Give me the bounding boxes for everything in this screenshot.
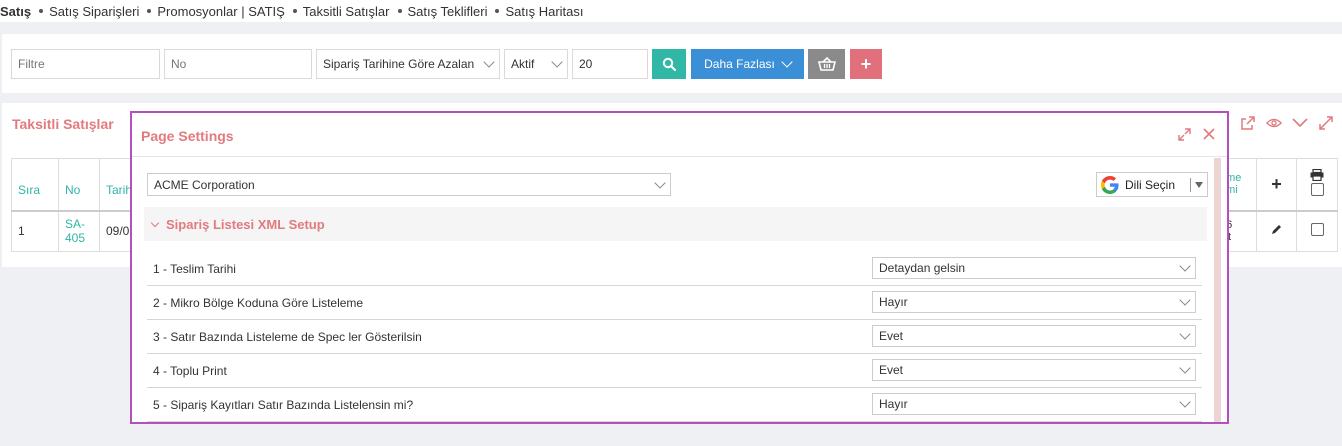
edit-row-button[interactable] <box>1256 210 1297 252</box>
installment-table-right: eme emi + 36 sit <box>1213 158 1338 252</box>
nav-separator-dot <box>147 9 152 13</box>
setting-select-value: Evet <box>879 363 904 377</box>
chevron-down-icon <box>1179 260 1191 272</box>
panel-toolbar <box>1240 115 1334 131</box>
row-checkbox-cell <box>1296 210 1338 252</box>
filter-input[interactable] <box>11 49 160 79</box>
setting-row-mikro-bolge: 2 - Mikro Bölge Koduna Göre Listeleme Ha… <box>147 286 1202 320</box>
modal-title: Page Settings <box>141 128 234 144</box>
basket-button[interactable] <box>808 49 845 79</box>
setting-select[interactable]: Evet <box>872 325 1196 347</box>
setting-select-value: Hayır <box>879 295 908 309</box>
panel-title: Taksitli Satışlar <box>12 116 114 132</box>
row-checkbox[interactable] <box>1310 223 1324 237</box>
export-icon[interactable] <box>1240 115 1256 131</box>
setting-select[interactable]: Evet <box>872 359 1196 381</box>
language-select[interactable]: Dili Seçin <box>1096 172 1208 197</box>
plus-icon: + <box>860 53 872 74</box>
setting-row-spec-gosterim: 3 - Satır Bazında Listeleme de Spec ler … <box>147 320 1202 354</box>
nav-separator-dot <box>292 9 297 13</box>
caret-down-icon <box>1195 181 1203 188</box>
chevron-down-icon <box>654 176 666 189</box>
nav-item-promosyonlar[interactable]: Promosyonlar | SATIŞ <box>157 4 284 19</box>
pencil-icon <box>1272 225 1281 235</box>
breadcrumb-nav: Satış Satış Siparişleri Promosyonlar | S… <box>0 0 1342 22</box>
scrollbar-thumb[interactable] <box>1214 158 1221 422</box>
add-row-button[interactable]: + <box>1256 158 1297 212</box>
nav-item-satis-teklifleri[interactable]: Satış Teklifleri <box>408 4 488 19</box>
setting-select[interactable]: Detaydan gelsin <box>872 257 1196 279</box>
nav-separator-dot <box>495 9 500 13</box>
setting-select-value: Hayır <box>879 397 908 411</box>
nav-item-taksitli-satislar[interactable]: Taksitli Satışlar <box>303 4 390 19</box>
modal-toolbar <box>1178 128 1215 143</box>
column-header[interactable]: Sıra <box>11 158 59 212</box>
more-dropdown-button[interactable]: Daha Fazlası <box>691 49 804 79</box>
basket-icon <box>817 57 836 71</box>
eye-icon[interactable] <box>1266 115 1282 131</box>
nav-separator-dot <box>397 9 402 13</box>
filter-bar: Sipariş Tarihine Göre Azalan Aktif Daha … <box>2 34 1342 93</box>
row-sira: 1 <box>11 210 59 252</box>
company-select-value: ACME Corporation <box>154 177 255 192</box>
column-header[interactable]: No <box>58 158 100 212</box>
expand-icon[interactable] <box>1318 115 1334 131</box>
modal-scrollbar[interactable] <box>1214 158 1221 422</box>
chevron-down-icon <box>1179 396 1191 408</box>
nav-item-satis-siparisleri[interactable]: Satış Siparişleri <box>49 4 139 19</box>
table-header-row: eme emi + <box>1213 158 1338 212</box>
table-row: 1 SA-405 09/0 <box>11 210 140 252</box>
chevron-down-icon <box>150 218 160 227</box>
status-select[interactable]: Aktif <box>504 49 568 79</box>
chevron-down-icon <box>781 56 793 68</box>
table-header-row: Sıra No Tarih <box>11 158 140 212</box>
language-select-divider <box>1190 177 1191 192</box>
installment-table: Sıra No Tarih 1 SA-405 09/0 <box>11 158 140 252</box>
setting-select[interactable]: Hayır <box>872 291 1196 313</box>
chevron-down-icon <box>1179 328 1191 340</box>
section-title: Sipariş Listesi XML Setup <box>166 216 325 232</box>
nav-item-satis[interactable]: Satış <box>0 4 31 19</box>
sort-select-value: Sipariş Tarihine Göre Azalan <box>323 57 475 71</box>
more-button-label: Daha Fazlası <box>704 57 775 71</box>
select-all-checkbox[interactable] <box>1310 183 1324 197</box>
record-count-input[interactable] <box>572 49 648 79</box>
chevron-down-icon <box>1179 294 1191 306</box>
setting-row-toplu-print: 4 - Toplu Print Evet <box>147 354 1202 388</box>
maximize-icon[interactable] <box>1178 128 1191 143</box>
setting-select[interactable]: Hayır <box>872 393 1196 415</box>
setting-select-value: Detaydan gelsin <box>879 261 966 275</box>
modal-header: Page Settings <box>132 113 1227 157</box>
chevron-down-icon <box>551 56 563 68</box>
setting-select-value: Evet <box>879 329 904 343</box>
nav-separator-dot <box>39 9 44 13</box>
google-logo-icon <box>1101 175 1119 194</box>
setting-row-teslim-tarihi: 1 - Teslim Tarihi Detaydan gelsin <box>147 252 1202 286</box>
language-select-label: Dili Seçin <box>1125 177 1176 192</box>
print-column-header <box>1296 158 1338 212</box>
table-row: 36 sit <box>1213 210 1338 252</box>
plus-icon: + <box>1271 173 1282 194</box>
nav-item-satis-haritasi[interactable]: Satış Haritası <box>505 4 583 19</box>
close-icon[interactable] <box>1203 128 1215 143</box>
xml-setup-section-header[interactable]: Sipariş Listesi XML Setup <box>144 207 1207 241</box>
status-select-value: Aktif <box>511 57 535 71</box>
search-button[interactable] <box>652 49 686 79</box>
chevron-down-icon <box>1179 362 1191 374</box>
print-icon[interactable] <box>1310 169 1324 182</box>
row-no-link[interactable]: SA-405 <box>58 210 100 252</box>
chevron-down-icon[interactable] <box>1292 115 1308 131</box>
add-button[interactable]: + <box>850 49 882 79</box>
no-input[interactable] <box>164 49 312 79</box>
setting-row-satir-bazinda: 5 - Sipariş Kayıtları Satır Bazında List… <box>147 388 1202 422</box>
search-icon <box>662 57 676 71</box>
sort-select[interactable]: Sipariş Tarihine Göre Azalan <box>316 49 500 79</box>
company-select[interactable]: ACME Corporation <box>147 173 671 196</box>
page-settings-modal: Page Settings ACME Corporation Dili Seçi… <box>130 111 1229 424</box>
chevron-down-icon <box>483 56 495 68</box>
